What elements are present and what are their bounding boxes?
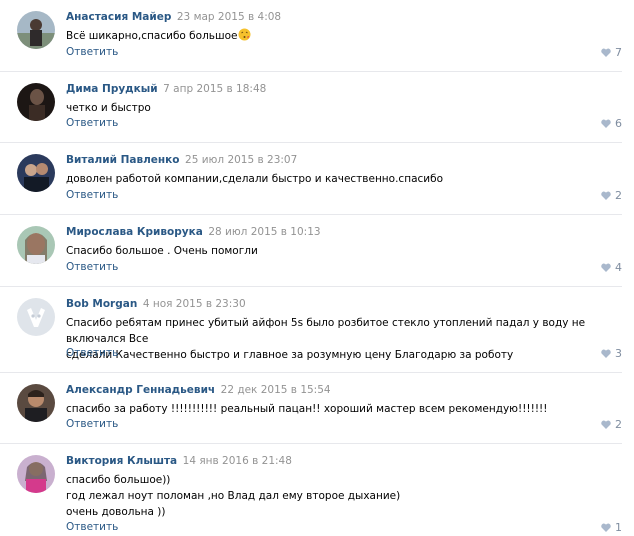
reply-button[interactable]: Ответить [66, 261, 118, 273]
like-count: 7 [615, 46, 622, 59]
comment-date[interactable]: 22 дек 2015 в 15:54 [221, 384, 331, 396]
comment-item: Виталий Павленко 25 июл 2015 в 23:07 дов… [0, 143, 622, 215]
reply-button[interactable]: Ответить [66, 418, 118, 430]
heart-icon [601, 119, 611, 128]
like-button[interactable]: 2 [601, 418, 622, 431]
avatar[interactable] [17, 226, 55, 264]
kissing-face-icon [238, 28, 251, 46]
avatar[interactable] [17, 455, 55, 493]
comment-author[interactable]: Дима Прудкый [66, 83, 158, 95]
like-button[interactable]: 4 [601, 261, 622, 274]
like-count: 4 [615, 261, 622, 274]
avatar[interactable] [17, 384, 55, 422]
comment-text: спасибо большое)) год лежал ноут поломан… [66, 474, 401, 518]
comment-date[interactable]: 25 июл 2015 в 23:07 [185, 154, 297, 166]
comment-text: четко и быстро [66, 102, 151, 114]
reply-button[interactable]: Ответить [66, 521, 118, 533]
like-button[interactable]: 7 [601, 46, 622, 59]
like-count: 3 [615, 347, 622, 360]
comment-date[interactable]: 28 июл 2015 в 10:13 [208, 226, 320, 238]
comment-text: Спасибо ребятам принес убитый айфон 5s б… [66, 317, 586, 361]
comment-item: Дима Прудкый 7 апр 2015 в 18:48 четко и … [0, 72, 622, 143]
comment-item: Анастасия Майер 23 мар 2015 в 4:08 Всё ш… [0, 0, 622, 72]
comment-text: спасибо за работу !!!!!!!!!!! реальный п… [66, 403, 548, 415]
comment-author[interactable]: Виктория Клышта [66, 455, 177, 467]
avatar[interactable] [17, 11, 55, 49]
avatar[interactable] [17, 154, 55, 192]
heart-icon [601, 48, 611, 57]
comment-item: Александр Геннадьевич 22 дек 2015 в 15:5… [0, 373, 622, 444]
like-count: 2 [615, 189, 622, 202]
reply-button[interactable]: Ответить [66, 189, 118, 201]
comment-date[interactable]: 4 ноя 2015 в 23:30 [143, 298, 246, 310]
heart-icon [601, 349, 611, 358]
comment-text: Спасибо большое . Очень помогли [66, 245, 258, 257]
like-button[interactable]: 6 [601, 117, 622, 130]
like-button[interactable]: 3 [601, 347, 622, 360]
comment-text: доволен работой компании,сделали быстро … [66, 173, 444, 185]
comment-text: Всё шикарно,спасибо большое [66, 30, 238, 42]
comment-author[interactable]: Мирослава Криворука [66, 226, 203, 238]
comments-list: Анастасия Майер 23 мар 2015 в 4:08 Всё ш… [0, 0, 634, 536]
reply-button[interactable]: Ответить [66, 117, 118, 129]
comment-author[interactable]: Виталий Павленко [66, 154, 180, 166]
comment-date[interactable]: 23 мар 2015 в 4:08 [177, 11, 281, 23]
like-button[interactable]: 2 [601, 189, 622, 202]
avatar[interactable] [17, 83, 55, 121]
comment-author[interactable]: Bob Morgan [66, 298, 137, 310]
comment-author[interactable]: Александр Геннадьевич [66, 384, 215, 396]
comment-item: Виктория Клышта 14 янв 2016 в 21:48 спас… [0, 444, 622, 536]
like-count: 1 [615, 521, 622, 534]
heart-icon [601, 420, 611, 429]
heart-icon [601, 523, 611, 532]
heart-icon [601, 263, 611, 272]
heart-icon [601, 191, 611, 200]
avatar[interactable] [17, 298, 55, 336]
comment-item: Bob Morgan 4 ноя 2015 в 23:30 Спасибо ре… [0, 287, 622, 373]
like-count: 2 [615, 418, 622, 431]
comment-author[interactable]: Анастасия Майер [66, 11, 171, 23]
like-button[interactable]: 1 [601, 521, 622, 534]
reply-button[interactable]: Ответить [66, 46, 118, 58]
like-count: 6 [615, 117, 622, 130]
comment-date[interactable]: 7 апр 2015 в 18:48 [163, 83, 266, 95]
comment-item: Мирослава Криворука 28 июл 2015 в 10:13 … [0, 215, 622, 287]
comment-date[interactable]: 14 янв 2016 в 21:48 [183, 455, 292, 467]
reply-button[interactable]: Ответить [66, 347, 118, 359]
